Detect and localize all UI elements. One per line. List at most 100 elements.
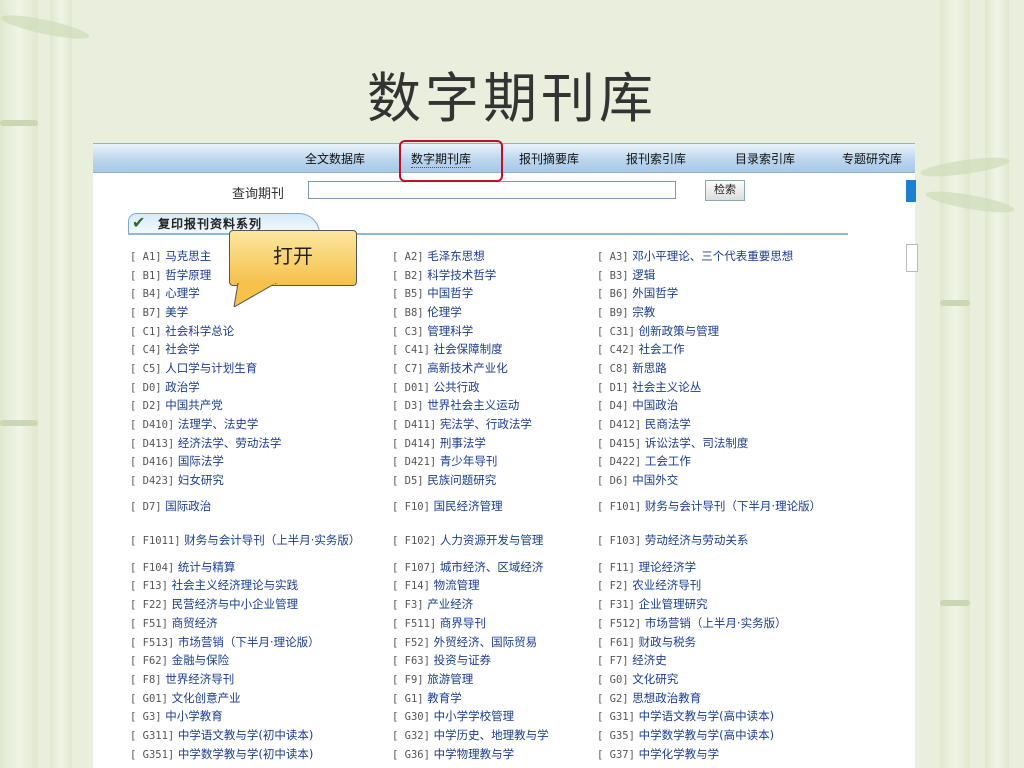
journal-link[interactable]: [ F2] 农业经济导刊	[597, 578, 857, 593]
journal-link[interactable]: [ G01] 文化创意产业	[130, 691, 392, 706]
journal-link[interactable]: [ F14] 物流管理	[392, 578, 597, 593]
journal-link[interactable]: [ F513] 市场营销（下半月·理论版）	[130, 635, 392, 650]
journal-link[interactable]: [ D0] 政治学	[130, 380, 392, 395]
journal-link[interactable]: [ F11] 理论经济学	[597, 560, 857, 575]
table-row: [ D0] 政治学[ D01] 公共行政[ D1] 社会主义论丛	[130, 378, 890, 397]
journal-link[interactable]: [ D422] 工会工作	[597, 454, 857, 469]
side-panel-tab[interactable]	[906, 244, 918, 272]
nav-abstract-db[interactable]: 报刊摘要库	[519, 150, 579, 167]
journal-link[interactable]: [ G311] 中学语文教与学(初中读本)	[130, 728, 392, 743]
nav-catalog-index-db[interactable]: 目录索引库	[735, 150, 795, 167]
journal-link[interactable]: [ F13] 社会主义经济理论与实践	[130, 578, 392, 593]
journal-name: 中国政治	[632, 398, 679, 413]
journal-link[interactable]: [ F8] 世界经济导刊	[130, 672, 392, 687]
table-row: [ F51] 商贸经济[ F511] 商界导刊[ F512] 市场营销（上半月·…	[130, 614, 890, 633]
journal-link[interactable]: [ G35] 中学数学教与学(高中读本)	[597, 728, 857, 743]
journal-code: [ A1]	[130, 250, 162, 263]
journal-link[interactable]: [ C1] 社会科学总论	[130, 324, 392, 339]
journal-link[interactable]: [ G351] 中学数学教与学(初中读本)	[130, 747, 392, 762]
journal-link[interactable]: [ B5] 中国哲学	[392, 286, 597, 301]
journal-link[interactable]: [ C7] 高新技术产业化	[392, 361, 597, 376]
journal-link[interactable]: [ A2] 毛泽东思想	[392, 249, 597, 264]
journal-link[interactable]: [ F31] 企业管理研究	[597, 597, 857, 612]
journal-link[interactable]: [ G2] 思想政治教育	[597, 691, 857, 706]
journal-name: 新思路	[632, 360, 667, 375]
journal-link[interactable]: [ D5] 民族问题研究	[392, 473, 597, 488]
journal-link[interactable]: [ F511] 商界导刊	[392, 616, 597, 631]
journal-link[interactable]: [ D423] 妇女研究	[130, 473, 392, 488]
table-row: [ F513] 市场营销（下半月·理论版）[ F52] 外贸经济、国际贸易[ F…	[130, 633, 890, 652]
journal-link[interactable]: [ D414] 刑事法学	[392, 436, 597, 451]
journal-link[interactable]: [ F9] 旅游管理	[392, 672, 597, 687]
journal-name: 中学数学教与学(高中读本)	[638, 727, 775, 742]
journal-link[interactable]: [ G0] 文化研究	[597, 672, 857, 687]
nav-fulltext-db[interactable]: 全文数据库	[305, 150, 365, 167]
journal-link[interactable]: [ D416] 国际法学	[130, 454, 392, 469]
journal-link[interactable]: [ F61] 财政与税务	[597, 635, 857, 650]
journal-link[interactable]: [ F107] 城市经济、区域经济	[392, 560, 597, 575]
journal-link[interactable]: [ G31] 中学语文教与学(高中读本)	[597, 709, 857, 724]
journal-link[interactable]: [ C42] 社会工作	[597, 342, 857, 357]
journal-link[interactable]: [ F7] 经济史	[597, 653, 857, 668]
journal-code: [ G35]	[597, 729, 635, 742]
journal-link[interactable]: [ G36] 中学物理教与学	[392, 747, 597, 762]
journal-link[interactable]: [ D6] 中国外交	[597, 473, 857, 488]
journal-link[interactable]: [ C4] 社会学	[130, 342, 392, 357]
journal-link[interactable]: [ B7] 美学	[130, 305, 392, 320]
journal-link[interactable]: [ F22] 民营经济与中小企业管理	[130, 597, 392, 612]
journal-link[interactable]: [ G37] 中学化学教与学	[597, 747, 857, 762]
journal-link[interactable]: [ F102] 人力资源开发与管理	[392, 533, 597, 548]
journal-link[interactable]: [ F63] 投资与证券	[392, 653, 597, 668]
journal-link[interactable]: [ C5] 人口学与计划生育	[130, 361, 392, 376]
journal-link[interactable]: [ D2] 中国共产党	[130, 398, 392, 413]
journal-name: 创新政策与管理	[638, 323, 720, 338]
journal-link[interactable]: [ D7] 国际政治	[130, 499, 392, 514]
nav-index-db[interactable]: 报刊索引库	[626, 150, 686, 167]
journal-link[interactable]: [ F101] 财务与会计导刊（下半月·理论版）	[597, 499, 857, 514]
journal-link[interactable]: [ D4] 中国政治	[597, 398, 857, 413]
journal-link[interactable]: [ F103] 劳动经济与劳动关系	[597, 533, 857, 548]
journal-link[interactable]: [ D1] 社会主义论丛	[597, 380, 857, 395]
journal-link[interactable]: [ F104] 统计与精算	[130, 560, 392, 575]
nav-special-research-db[interactable]: 专题研究库	[842, 150, 902, 167]
journal-link[interactable]: [ B2] 科学技术哲学	[392, 268, 597, 283]
journal-link[interactable]: [ B3] 逻辑	[597, 268, 857, 283]
journal-link[interactable]: [ D3] 世界社会主义运动	[392, 398, 597, 413]
journal-link[interactable]: [ F10] 国民经济管理	[392, 499, 597, 514]
journal-link[interactable]: [ A3] 邓小平理论、三个代表重要思想	[597, 249, 857, 264]
journal-name: 统计与精算	[177, 559, 236, 574]
journal-link[interactable]: [ D410] 法理学、法史学	[130, 417, 392, 432]
journal-code: [ F513]	[130, 636, 175, 649]
table-row: [ C1] 社会科学总论[ C3] 管理科学[ C31] 创新政策与管理	[130, 322, 890, 341]
journal-link[interactable]: [ F62] 金融与保险	[130, 653, 392, 668]
journal-link[interactable]: [ C31] 创新政策与管理	[597, 324, 857, 339]
journal-code: [ F102]	[392, 535, 437, 548]
journal-name: 中学化学教与学	[638, 746, 720, 761]
journal-link[interactable]: [ G3] 中小学教育	[130, 709, 392, 724]
journal-link[interactable]: [ D415] 诉讼法学、司法制度	[597, 436, 857, 451]
journal-link[interactable]: [ C3] 管理科学	[392, 324, 597, 339]
journal-link[interactable]: [ B6] 外国哲学	[597, 286, 857, 301]
journal-link[interactable]: [ C41] 社会保障制度	[392, 342, 597, 357]
journal-link[interactable]: [ B8] 伦理学	[392, 305, 597, 320]
journal-link[interactable]: [ D411] 宪法学、行政法学	[392, 417, 597, 432]
journal-link[interactable]: [ G30] 中小学学校管理	[392, 709, 597, 724]
journal-link[interactable]: [ F512] 市场营销（上半月·实务版）	[597, 616, 857, 631]
journal-link[interactable]: [ F52] 外贸经济、国际贸易	[392, 635, 597, 650]
search-button[interactable]: 检索	[705, 180, 745, 201]
journal-link[interactable]: [ D421] 青少年导刊	[392, 454, 597, 469]
journal-code: [ F62]	[130, 655, 168, 668]
journal-link[interactable]: [ B9] 宗教	[597, 305, 857, 320]
journal-name: 外国哲学	[632, 286, 679, 301]
journal-link[interactable]: [ D01] 公共行政	[392, 380, 597, 395]
journal-search-input[interactable]	[308, 181, 676, 199]
journal-link[interactable]: [ C8] 新思路	[597, 361, 857, 376]
journal-link[interactable]: [ F3] 产业经济	[392, 597, 597, 612]
side-panel-tab[interactable]	[906, 180, 916, 202]
journal-link[interactable]: [ F1011] 财务与会计导刊（上半月·实务版）	[130, 533, 392, 548]
journal-link[interactable]: [ G32] 中学历史、地理教与学	[392, 728, 597, 743]
journal-link[interactable]: [ F51] 商贸经济	[130, 616, 392, 631]
journal-link[interactable]: [ D413] 经济法学、劳动法学	[130, 436, 392, 451]
journal-link[interactable]: [ G1] 教育学	[392, 691, 597, 706]
journal-link[interactable]: [ D412] 民商法学	[597, 417, 857, 432]
